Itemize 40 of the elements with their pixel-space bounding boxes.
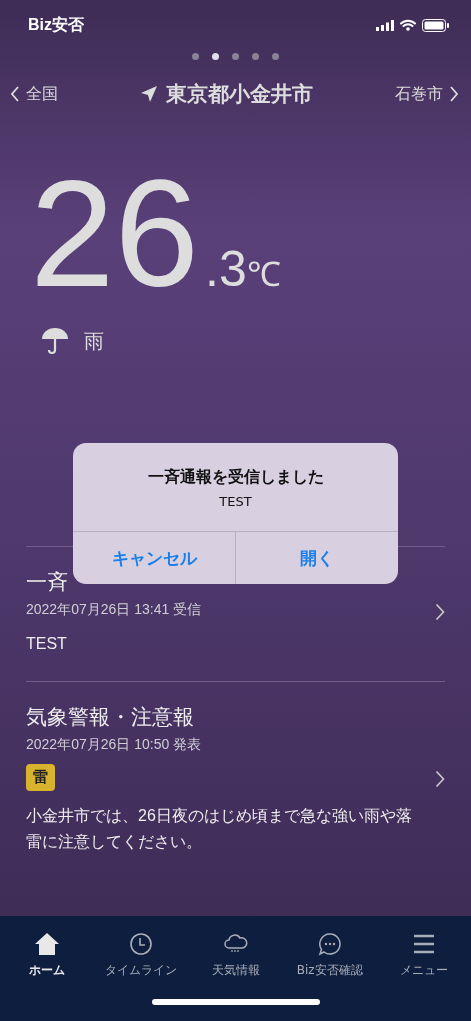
warning-badge: 雷 (26, 764, 55, 791)
status-app-label: Biz安否 (28, 14, 84, 35)
alert-message: TEST (219, 494, 252, 509)
page-dot[interactable] (252, 52, 259, 60)
chevron-right-icon[interactable] (435, 769, 445, 788)
current-area-title: 東京都小金井市 (166, 81, 313, 108)
section-title: 気象警報・注意報 (26, 704, 194, 731)
chevron-right-icon[interactable] (435, 603, 445, 621)
umbrella-icon (40, 326, 70, 356)
section-date: 2022年07月26日 10:50 発表 (26, 736, 202, 754)
next-area-link[interactable]: 石巻市 (395, 83, 459, 105)
page-dot[interactable] (192, 52, 199, 60)
temperature-unit: ℃ (246, 254, 281, 295)
page-dot[interactable] (232, 52, 239, 60)
wifi-icon (400, 19, 416, 31)
section-text: TEST (26, 634, 67, 654)
tab-bar-item[interactable]: タイムライン (94, 932, 189, 979)
page-dot[interactable] (212, 52, 219, 60)
tab-bar-item[interactable]: ホーム (0, 932, 95, 979)
tab-bar-item[interactable]: Biz安否確認 (282, 932, 377, 979)
section-title: 一斉 (26, 569, 68, 596)
clock-icon (129, 932, 154, 956)
battery-icon (422, 18, 449, 32)
page-dot[interactable] (272, 52, 279, 60)
chat-bubble-icon (317, 932, 342, 956)
menu-icon (411, 932, 436, 956)
tab-bar-item[interactable]: 天気情報 (188, 932, 283, 979)
section-text: 小金井市では、26日夜のはじめ頃まで急な強い雨や落雷に注意してください。 (26, 806, 413, 852)
section-date: 2022年07月26日 13:41 受信 (26, 601, 202, 619)
tab-bar-item[interactable]: メニュー (376, 932, 471, 979)
alert-title: 一斉通報を受信しました (147, 467, 324, 488)
temperature-value: 26 (30, 148, 200, 318)
weather-condition: 雨 (84, 327, 104, 355)
chevron-left-icon (10, 86, 20, 102)
home-icon (34, 932, 61, 956)
temperature-decimal: .3 (205, 240, 247, 298)
chevron-right-icon (449, 86, 459, 102)
signal-icon (376, 19, 394, 31)
location-arrow-icon (140, 85, 158, 103)
previous-area-link[interactable]: 全国 (10, 83, 58, 105)
